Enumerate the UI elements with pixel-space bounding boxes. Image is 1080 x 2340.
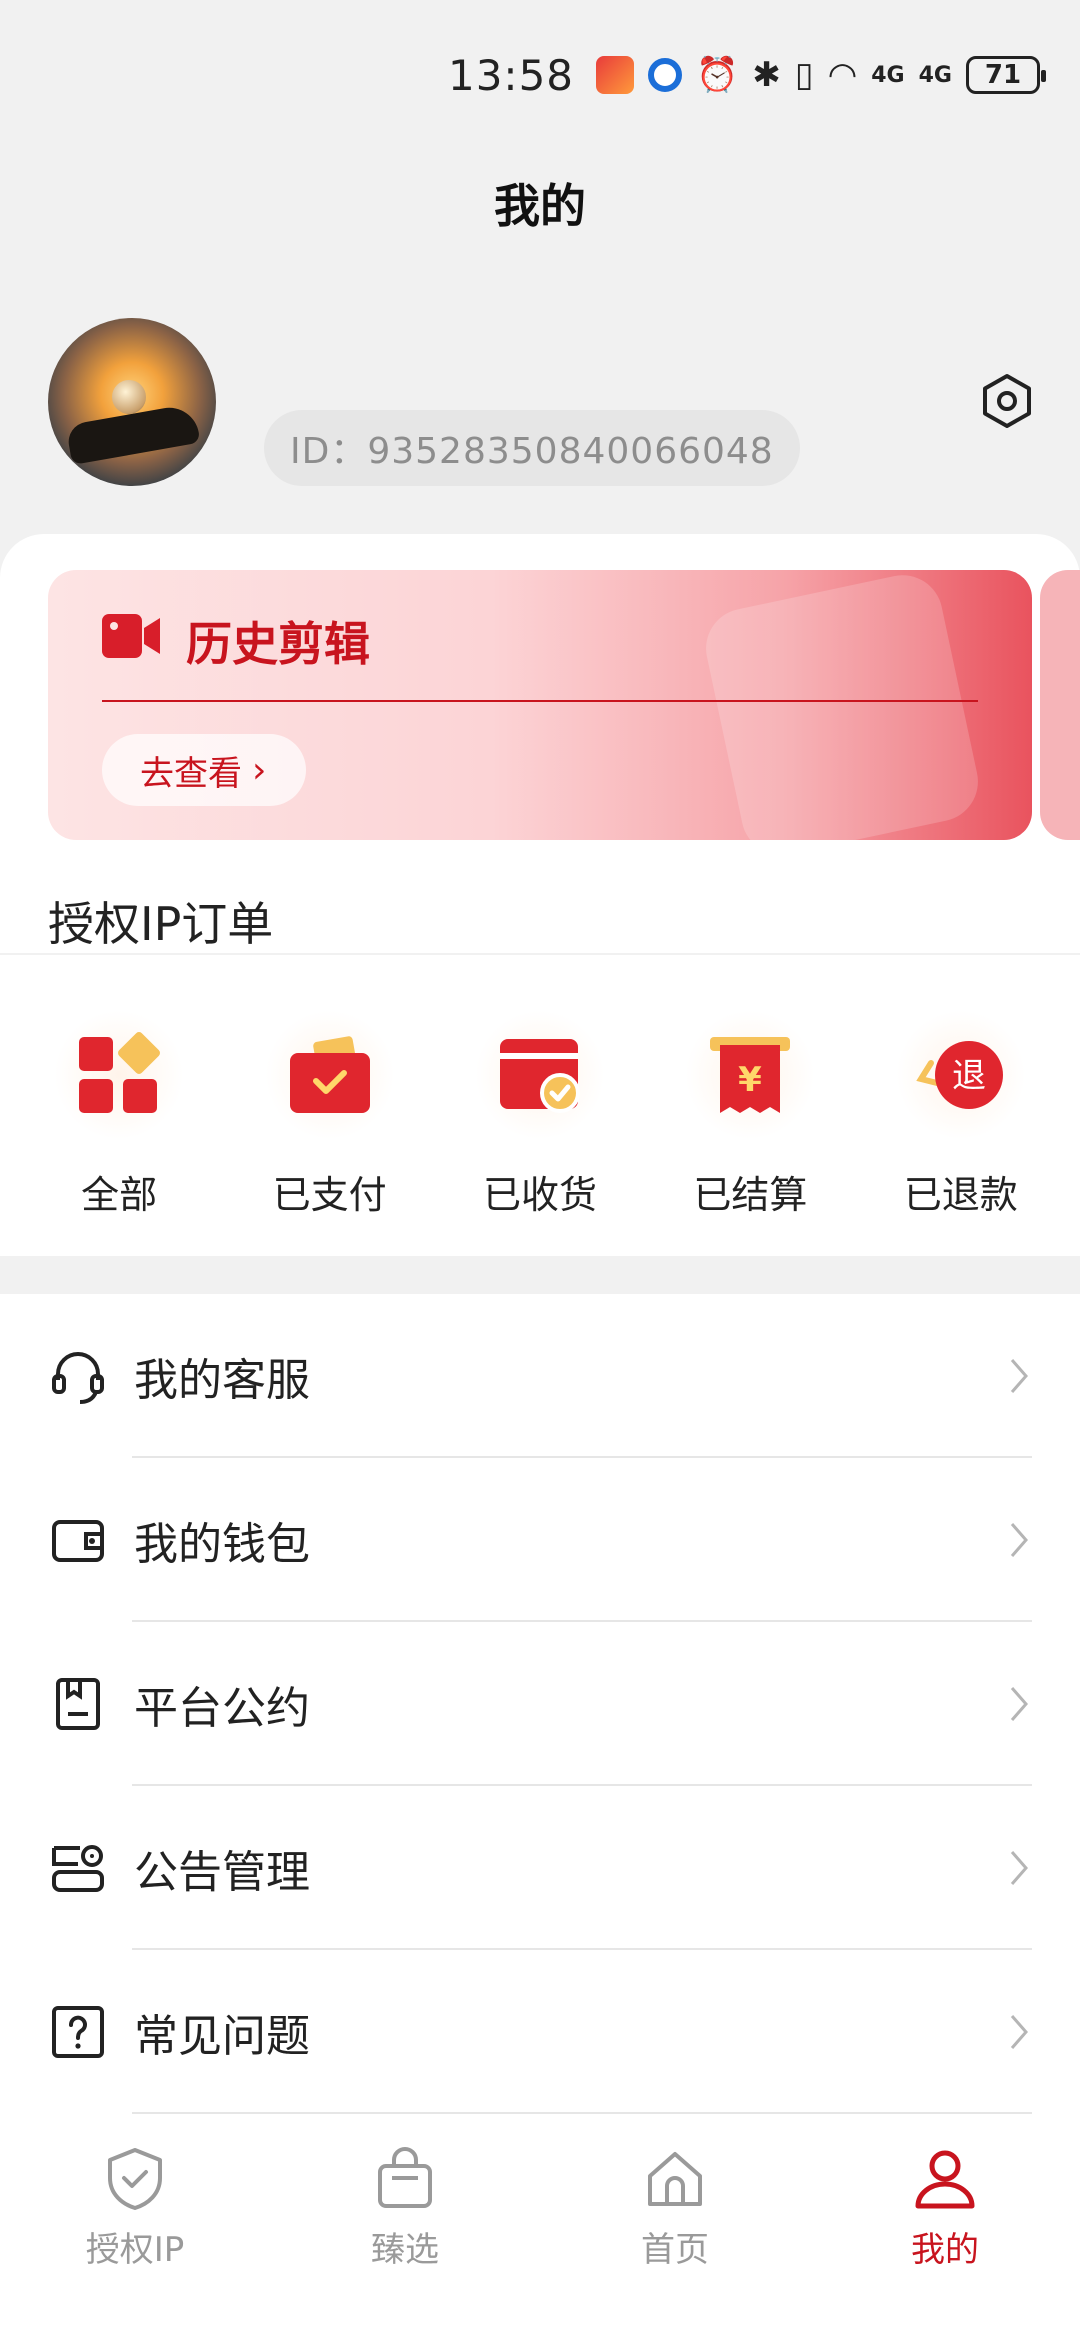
user-icon <box>915 2150 975 2209</box>
refund-glyph: 退 <box>952 1056 986 1096</box>
menu-item-label: 平台公约 <box>134 1683 310 1734</box>
order-received[interactable]: 已收货 <box>450 1010 630 1219</box>
nav-label: 臻选 <box>371 2230 439 2270</box>
status-bar: 13:58 ⏰ ✱ ▯ ◠ 4G 4G 71 <box>0 0 1080 150</box>
nav-tab-mine[interactable]: 我的 <box>835 2144 1055 2340</box>
order-all[interactable]: 全部 <box>29 1010 209 1219</box>
order-refunded[interactable]: 退 已退款 <box>871 1010 1051 1219</box>
wallet-check-icon <box>264 1010 395 1140</box>
signal-4g-icon-2: 4G <box>918 62 952 88</box>
alarm-icon: ⏰ <box>696 55 739 95</box>
signal-4g-icon: 4G <box>871 62 905 88</box>
user-id: ID：93528350840066048 <box>264 410 800 486</box>
nav-label: 首页 <box>641 2230 709 2270</box>
history-clips-banner[interactable]: 历史剪辑 去查看 › <box>48 570 1032 840</box>
order-paid[interactable]: 已支付 <box>240 1010 420 1219</box>
view-history-button[interactable]: 去查看 › <box>102 734 307 806</box>
chevron-right-icon <box>1010 1687 1028 1721</box>
bottom-navigation: 授权IP 臻选 首页 我的 <box>0 2120 1080 2340</box>
document-icon <box>56 1678 100 1730</box>
status-time: 13:58 <box>447 50 575 100</box>
order-paid-label: 已支付 <box>272 1173 387 1217</box>
order-status-grid: 全部 已支付 已收货 ¥ 已结算 退 已退款 <box>0 1010 1080 1219</box>
shield-icon <box>108 2148 162 2210</box>
next-banner-peek <box>1040 570 1080 840</box>
menu-item-platform-convention[interactable]: 平台公约 <box>0 1622 1080 1786</box>
nav-tab-home[interactable]: 首页 <box>565 2144 785 2340</box>
app-notification-icon-2 <box>648 58 683 92</box>
page-title: 我的 <box>494 179 586 233</box>
bag-icon <box>378 2147 432 2208</box>
menu-item-label: 公告管理 <box>134 1847 310 1898</box>
avatar-orb <box>112 380 146 414</box>
chevron-right-icon <box>1010 1359 1028 1393</box>
receipt-yen-icon: ¥ <box>685 1010 816 1140</box>
app-notification-icon <box>596 56 635 94</box>
grid-icon <box>54 1010 185 1140</box>
avatar[interactable] <box>48 318 216 486</box>
home-icon <box>648 2152 702 2206</box>
nav-label: 我的 <box>911 2230 979 2270</box>
chevron-right-icon <box>1010 1523 1028 1557</box>
settings-icon[interactable] <box>978 372 1036 430</box>
view-history-label: 去查看 <box>140 753 242 794</box>
nav-tab-selection[interactable]: 臻选 <box>295 2144 515 2340</box>
banner-decoration <box>698 570 986 840</box>
history-clips-title: 历史剪辑 <box>186 617 370 671</box>
yen-glyph: ¥ <box>739 1060 763 1100</box>
orders-section-title: 授权IP订单 <box>48 897 274 951</box>
wallet-icon <box>52 1520 104 1562</box>
question-icon <box>52 2006 104 2058</box>
nav-tab-authorized-ip[interactable]: 授权IP <box>25 2144 245 2340</box>
video-camera-icon <box>102 614 160 658</box>
card-check-icon <box>474 1010 605 1140</box>
nav-label: 授权IP <box>85 2230 185 2270</box>
divider <box>0 953 1080 955</box>
menu-list: 我的客服 我的钱包 平台公约 公告管理 常见问题 <box>0 1294 1080 2120</box>
order-received-label: 已收货 <box>482 1173 597 1217</box>
battery-icon: 71 <box>966 56 1046 94</box>
wifi-icon: ◠ <box>827 55 858 95</box>
order-settled[interactable]: ¥ 已结算 <box>660 1010 840 1219</box>
menu-item-label: 我的钱包 <box>134 1519 310 1570</box>
chevron-right-icon <box>1010 1851 1028 1885</box>
order-settled-label: 已结算 <box>693 1173 808 1217</box>
refund-icon: 退 <box>895 1010 1026 1140</box>
bluetooth-icon: ✱ <box>752 55 781 95</box>
headset-icon <box>52 1352 104 1404</box>
vibrate-icon: ▯ <box>794 55 814 95</box>
divider <box>102 700 978 702</box>
menu-item-wallet[interactable]: 我的钱包 <box>0 1458 1080 1622</box>
order-refunded-label: 已退款 <box>903 1173 1018 1217</box>
announcement-icon <box>52 1845 104 1892</box>
chevron-right-icon: › <box>252 749 267 791</box>
menu-item-label: 常见问题 <box>134 2011 310 2062</box>
menu-item-label: 我的客服 <box>134 1355 310 1406</box>
menu-item-faq[interactable]: 常见问题 <box>0 1950 1080 2114</box>
chevron-right-icon <box>1010 2015 1028 2049</box>
menu-item-announcements[interactable]: 公告管理 <box>0 1786 1080 1950</box>
menu-item-customer-service[interactable]: 我的客服 <box>0 1294 1080 1458</box>
order-all-label: 全部 <box>81 1173 158 1217</box>
